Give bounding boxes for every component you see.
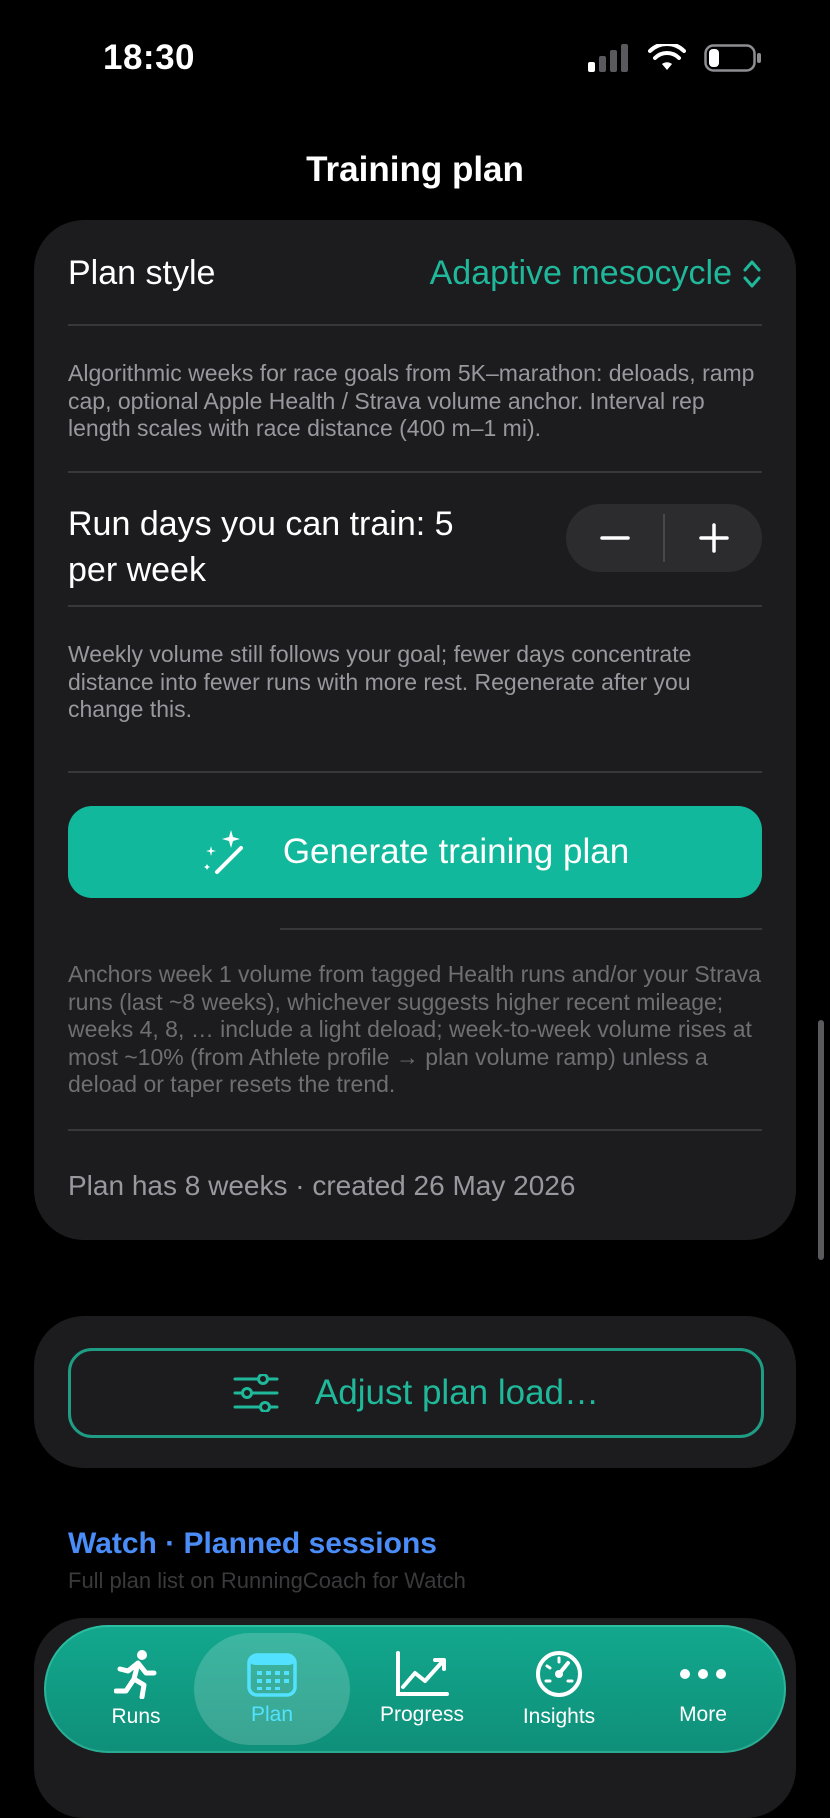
ellipsis-icon [680,1669,726,1679]
adjust-card: Adjust plan load… [34,1316,796,1468]
runner-icon [114,1650,157,1699]
generate-note: Anchors week 1 volume from tagged Health… [68,961,761,1097]
adjust-plan-load-button[interactable]: Adjust plan load… [68,1348,764,1438]
wifi-icon [648,44,686,70]
status-icons [588,44,762,72]
plan-style-row[interactable]: Plan style Adaptive mesocycle [68,220,762,324]
tab-more[interactable]: More [648,1625,758,1753]
tab-progress[interactable]: Progress [352,1625,492,1753]
tab-plan[interactable]: Plan [220,1625,324,1753]
tab-insights[interactable]: Insights [494,1625,624,1753]
run-days-description: Weekly volume still follows your goal; f… [68,641,692,722]
run-days-label: Run days you can train: 5 per week [68,505,454,589]
watch-section-subtitle: Full plan list on RunningCoach for Watch [68,1568,466,1593]
run-days-row: Run days you can train: 5 per week [68,471,762,605]
generate-plan-label: Generate training plan [282,832,630,871]
divider [68,324,762,326]
divider [68,605,762,607]
generate-plan-button[interactable]: Generate training plan [68,806,762,898]
decrement-button[interactable] [566,504,663,572]
tab-progress-label: Progress [379,1703,465,1726]
divider [68,1129,762,1131]
tab-runs[interactable]: Runs [84,1625,188,1753]
minus-icon [599,536,630,540]
sliders-icon [233,1374,279,1412]
plan-style-label: Plan style [68,254,216,292]
gauge-icon [536,1651,582,1697]
tab-runs-label: Runs [111,1705,161,1728]
chevron-up-down-icon [743,260,761,287]
chart-icon [396,1651,449,1696]
magic-wand-icon [203,830,243,874]
scroll-indicator[interactable] [818,1020,824,1260]
divider [280,928,762,930]
page-title: Training plan [306,150,524,189]
status-time: 18:30 [103,38,196,77]
watch-section-title: Watch · Planned sessions [68,1527,437,1560]
tab-bar: Runs Plan Progress Insights More [44,1625,786,1753]
tab-plan-label: Plan [250,1703,294,1726]
battery-icon [704,44,761,72]
increment-button[interactable] [665,504,762,572]
tab-more-label: More [679,1703,727,1726]
plus-icon [698,523,729,553]
plan-settings-card: Plan style Adaptive mesocycle Algorithmi… [34,220,796,1240]
tab-insights-label: Insights [522,1705,596,1728]
plan-style-value: Adaptive mesocycle [429,254,732,292]
plan-style-picker[interactable]: Adaptive mesocycle [430,254,762,293]
divider [68,771,762,773]
calendar-icon [247,1653,297,1697]
cellular-signal-icon [588,44,628,72]
plan-summary: Plan has 8 weeks · created 26 May 2026 [68,1170,576,1201]
adjust-plan-load-label: Adjust plan load… [314,1373,600,1412]
plan-style-description: Algorithmic weeks for race goals from 5K… [68,360,755,441]
run-days-stepper[interactable] [566,504,762,572]
